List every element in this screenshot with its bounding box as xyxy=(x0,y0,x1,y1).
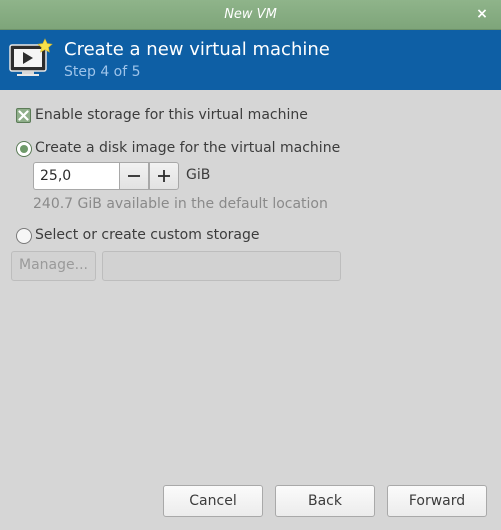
create-disk-image-label: Create a disk image for the virtual mach… xyxy=(35,140,341,156)
back-button[interactable]: Back xyxy=(275,485,375,517)
page-title: Create a new virtual machine xyxy=(64,39,330,60)
create-disk-image-radio[interactable] xyxy=(16,141,32,157)
enable-storage-checkbox[interactable] xyxy=(16,108,31,123)
vm-monitor-icon xyxy=(8,38,56,80)
plus-icon xyxy=(158,170,170,182)
wizard-header: Create a new virtual machine Step 4 of 5 xyxy=(0,30,501,90)
custom-storage-radio[interactable] xyxy=(16,228,32,244)
cancel-button[interactable]: Cancel xyxy=(163,485,263,517)
custom-storage-label: Select or create custom storage xyxy=(35,227,260,243)
custom-storage-path-input[interactable] xyxy=(102,251,341,281)
forward-button[interactable]: Forward xyxy=(387,485,487,517)
disk-size-input[interactable]: 25,0 xyxy=(33,162,119,190)
decrease-size-button[interactable] xyxy=(119,162,149,190)
manage-button[interactable]: Manage... xyxy=(11,251,96,281)
available-space-text: 240.7 GiB available in the default locat… xyxy=(33,196,328,212)
enable-storage-label: Enable storage for this virtual machine xyxy=(35,107,308,123)
window-title: New VM xyxy=(224,7,277,22)
close-icon[interactable]: × xyxy=(473,5,491,23)
check-mark-icon xyxy=(18,110,29,121)
step-indicator: Step 4 of 5 xyxy=(64,64,141,80)
window-titlebar: New VM × xyxy=(0,0,501,30)
increase-size-button[interactable] xyxy=(149,162,179,190)
minus-icon xyxy=(128,175,140,177)
disk-size-unit: GiB xyxy=(186,167,211,183)
